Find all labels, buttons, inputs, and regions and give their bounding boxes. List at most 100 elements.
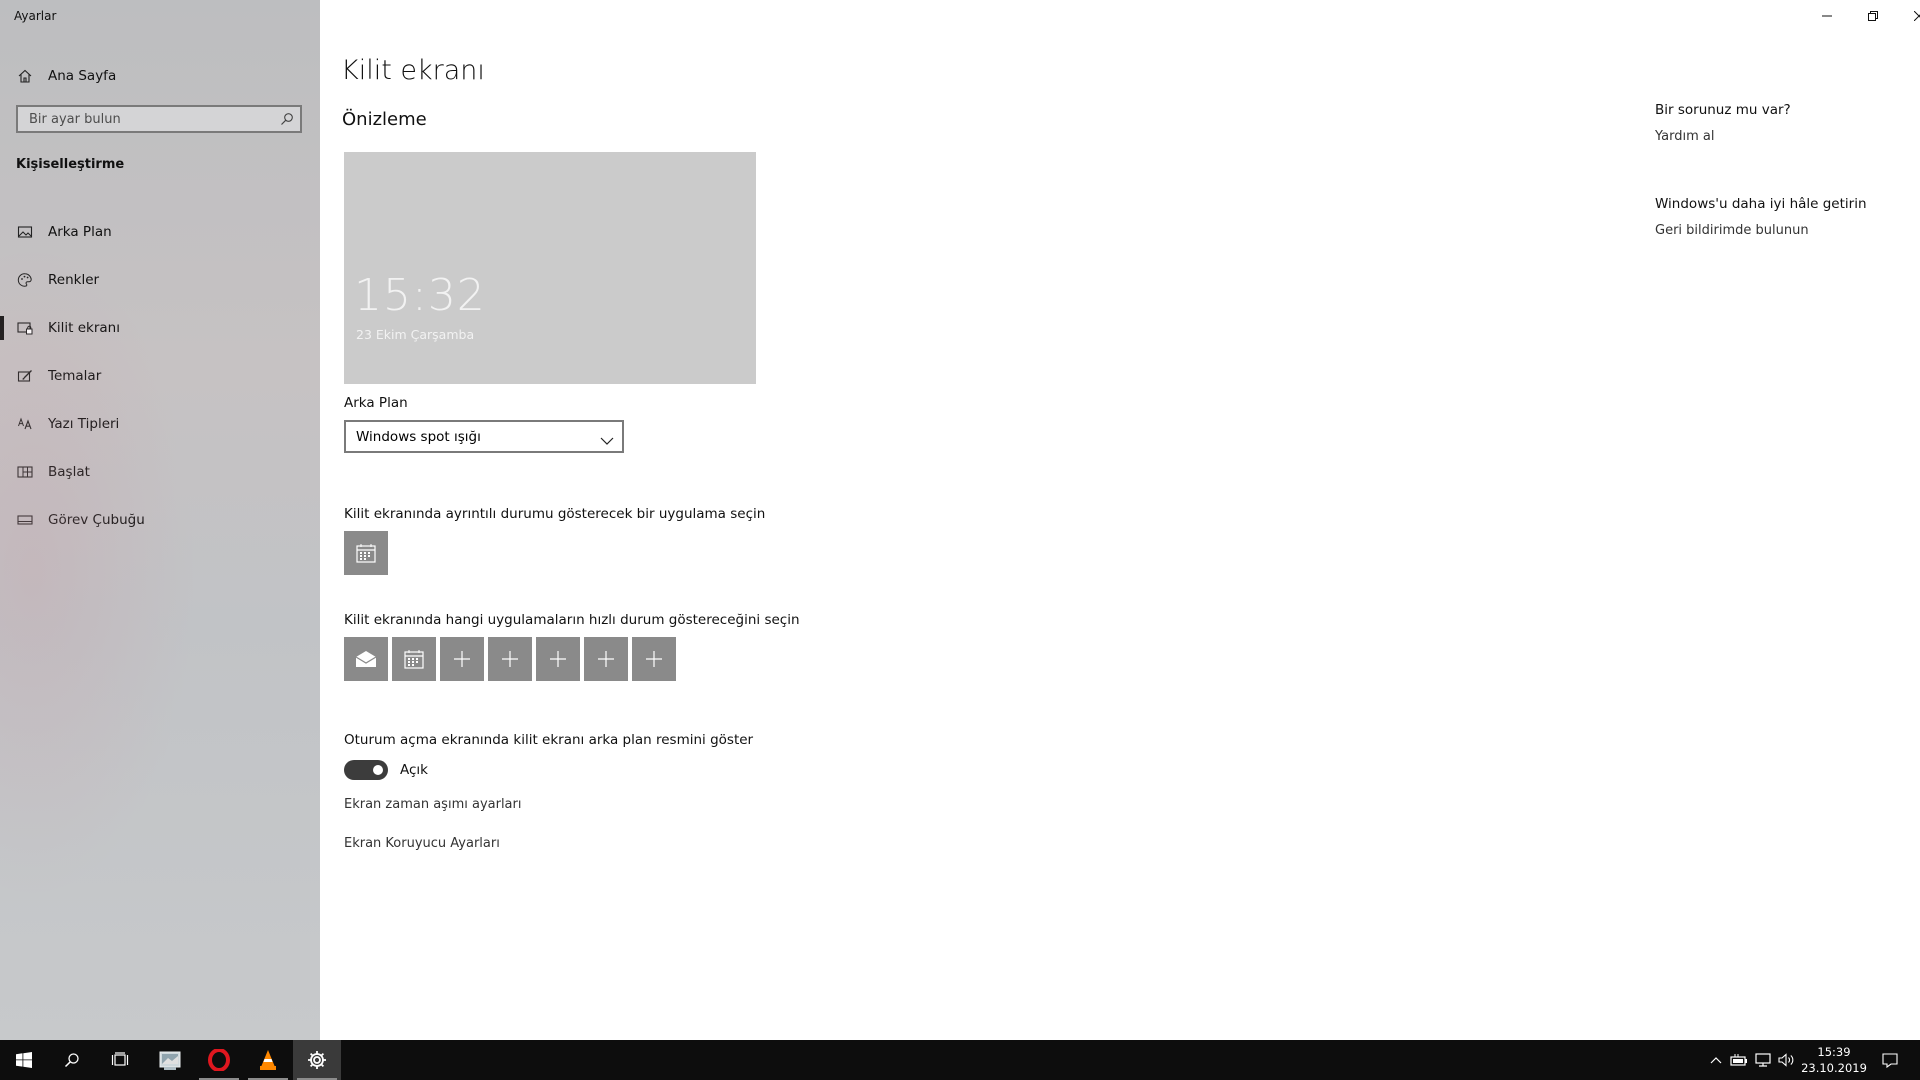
personalization-nav: Arka Plan Renkler Kilit ekranı Temalar Y… xyxy=(0,208,320,544)
taskbar-icon xyxy=(16,511,34,529)
taskbar: 15:39 23.10.2019 xyxy=(0,1040,1920,1080)
screensaver-settings-link[interactable]: Ekran Koruyucu Ayarları xyxy=(344,836,500,851)
action-center-button[interactable] xyxy=(1870,1040,1910,1080)
sidebar-item-label: Yazı Tipleri xyxy=(48,416,120,432)
picture-icon xyxy=(16,223,34,241)
sidebar-item-start[interactable]: Başlat xyxy=(0,448,320,496)
home-label: Ana Sayfa xyxy=(48,68,117,84)
chevron-down-icon xyxy=(600,431,614,450)
vlc-icon xyxy=(260,1050,276,1070)
theme-brush-icon xyxy=(16,367,34,385)
sidebar-item-label: Temalar xyxy=(48,368,102,384)
chevron-up-icon xyxy=(1710,1057,1722,1064)
signin-background-label: Oturum açma ekranında kilit ekranı arka … xyxy=(344,732,754,748)
main-content: Kilit ekranı Önizleme 15:32 23 Ekim Çarş… xyxy=(320,0,1920,1040)
calendar-icon xyxy=(404,650,424,669)
fonts-icon xyxy=(16,415,34,433)
search-input[interactable] xyxy=(27,110,281,128)
sidebar-item-themes[interactable]: Temalar xyxy=(0,352,320,400)
clock-time: 15:39 xyxy=(1817,1045,1851,1059)
lock-screen-preview: 15:32 23 Ekim Çarşamba xyxy=(344,152,756,384)
get-help-link[interactable]: Yardım al xyxy=(1655,129,1714,144)
home-nav-item[interactable]: Ana Sayfa xyxy=(0,60,320,92)
calendar-icon xyxy=(356,544,376,563)
quick-status-label: Kilit ekranında hangi uygulamaların hızl… xyxy=(344,612,800,628)
sidebar-item-fonts[interactable]: Yazı Tipleri xyxy=(0,400,320,448)
close-button[interactable] xyxy=(1896,0,1920,32)
battery-icon xyxy=(1730,1054,1747,1066)
search-icon[interactable] xyxy=(280,111,294,130)
screen-timeout-link[interactable]: Ekran zaman aşımı ayarları xyxy=(344,797,521,812)
quick-status-tile-mail[interactable] xyxy=(344,637,388,681)
settings-search-box[interactable] xyxy=(16,105,302,133)
plus-icon xyxy=(646,651,662,667)
detailed-status-label: Kilit ekranında ayrıntılı durumu göstere… xyxy=(344,506,766,522)
feedback-heading: Windows'u daha iyi hâle getirin xyxy=(1655,196,1867,212)
background-dropdown[interactable]: Windows spot ışığı xyxy=(344,420,624,453)
start-icon xyxy=(16,463,34,481)
mail-icon xyxy=(355,651,377,667)
section-title: Kişiselleştirme xyxy=(16,157,125,172)
minimize-button[interactable] xyxy=(1804,0,1850,32)
quick-status-tile-calendar[interactable] xyxy=(392,637,436,681)
sidebar-item-lock-screen[interactable]: Kilit ekranı xyxy=(0,304,320,352)
restore-icon xyxy=(1868,11,1878,21)
sidebar-item-label: Kilit ekranı xyxy=(48,320,120,336)
sidebar-item-label: Başlat xyxy=(48,464,90,480)
minimize-icon xyxy=(1822,15,1832,17)
quick-status-tile-add[interactable] xyxy=(440,637,484,681)
sidebar-item-label: Arka Plan xyxy=(48,224,112,240)
toggle-knob xyxy=(373,765,383,775)
taskbar-app-file-explorer[interactable] xyxy=(146,1040,194,1080)
restore-button[interactable] xyxy=(1850,0,1896,32)
taskbar-app-settings[interactable] xyxy=(293,1040,341,1080)
taskbar-search-button[interactable] xyxy=(48,1040,96,1080)
network-button[interactable] xyxy=(1752,1040,1774,1080)
sidebar-item-label: Görev Çubuğu xyxy=(48,512,145,528)
taskbar-app-vlc[interactable] xyxy=(244,1040,292,1080)
settings-icon xyxy=(308,1051,326,1069)
lock-screen-icon xyxy=(16,319,34,337)
file-explorer-icon xyxy=(159,1051,181,1070)
preview-heading: Önizleme xyxy=(342,109,427,130)
help-heading: Bir sorunuz mu var? xyxy=(1655,102,1791,118)
taskbar-app-opera[interactable] xyxy=(195,1040,243,1080)
quick-status-tile-add[interactable] xyxy=(584,637,628,681)
volume-button[interactable] xyxy=(1776,1040,1798,1080)
search-icon xyxy=(64,1053,79,1068)
app-title: Ayarlar xyxy=(14,9,57,23)
show-hidden-icons-button[interactable] xyxy=(1706,1040,1726,1080)
sidebar-item-taskbar[interactable]: Görev Çubuğu xyxy=(0,496,320,544)
quick-status-tile-add[interactable] xyxy=(488,637,532,681)
palette-icon xyxy=(16,271,34,289)
signin-background-toggle[interactable] xyxy=(344,760,388,780)
speaker-icon xyxy=(1778,1053,1794,1067)
detailed-status-app-button[interactable] xyxy=(344,531,388,575)
plus-icon xyxy=(598,651,614,667)
opera-icon xyxy=(208,1049,230,1071)
windows-logo-icon xyxy=(16,1052,32,1068)
quick-status-tile-add[interactable] xyxy=(632,637,676,681)
battery-button[interactable] xyxy=(1728,1040,1750,1080)
toggle-state-label: Açık xyxy=(400,762,428,778)
preview-date: 23 Ekim Çarşamba xyxy=(356,327,475,342)
plus-icon xyxy=(454,651,470,667)
task-view-button[interactable] xyxy=(96,1040,144,1080)
home-icon xyxy=(16,67,34,85)
notification-icon xyxy=(1882,1053,1898,1068)
plus-icon xyxy=(502,651,518,667)
sidebar-item-label: Renkler xyxy=(48,272,100,288)
background-dropdown-value: Windows spot ışığı xyxy=(356,428,481,445)
background-label: Arka Plan xyxy=(344,395,408,411)
start-button[interactable] xyxy=(0,1040,48,1080)
network-icon xyxy=(1755,1053,1771,1067)
sidebar-item-colors[interactable]: Renkler xyxy=(0,256,320,304)
task-view-icon xyxy=(111,1052,129,1066)
plus-icon xyxy=(550,651,566,667)
sidebar-item-background[interactable]: Arka Plan xyxy=(0,208,320,256)
give-feedback-link[interactable]: Geri bildirimde bulunun xyxy=(1655,223,1809,238)
close-icon xyxy=(1914,11,1920,21)
quick-status-tile-add[interactable] xyxy=(536,637,580,681)
taskbar-clock[interactable]: 15:39 23.10.2019 xyxy=(1798,1044,1870,1076)
clock-date: 23.10.2019 xyxy=(1801,1061,1867,1075)
